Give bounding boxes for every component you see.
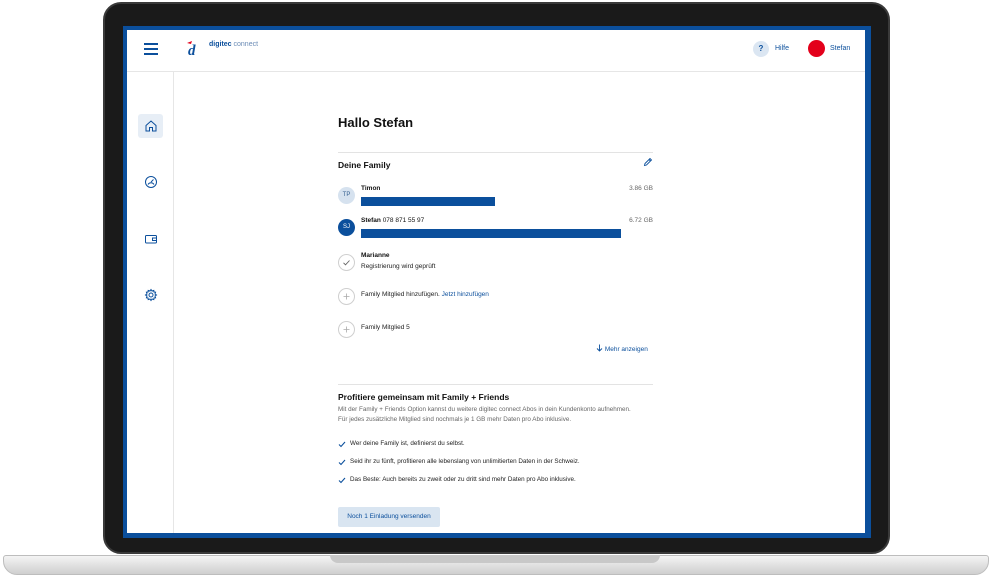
sidebar-item-usage[interactable]	[138, 170, 163, 194]
member-name: Marianne	[361, 252, 390, 259]
gear-icon	[144, 288, 157, 302]
family-section-title: Deine Family	[338, 160, 391, 170]
home-icon	[145, 120, 156, 132]
sidebar-item-billing[interactable]	[138, 227, 163, 251]
user-avatar[interactable]	[808, 40, 825, 57]
app-screen: d digitec connect ? Hilfe Stefan Hallo S…	[127, 30, 865, 533]
promo-title: Profitiere gemeinsam mit Family + Friend…	[338, 392, 510, 402]
pencil-icon[interactable]	[643, 157, 653, 167]
laptop-notch	[330, 555, 660, 563]
usage-bar	[361, 197, 495, 206]
member-usage: 3.86 GB	[629, 185, 653, 192]
member-phone-number: 078 871 55 97	[382, 217, 425, 224]
divider	[338, 152, 653, 153]
sidebar-item-settings[interactable]	[138, 283, 163, 307]
empty-avatar	[338, 321, 355, 338]
help-icon[interactable]: ?	[753, 41, 769, 57]
benefit-text: Das Beste: Auch bereits zu zweit oder zu…	[350, 476, 576, 483]
empty-member-label: Family Mitglied 5	[361, 324, 410, 331]
svg-text:d: d	[188, 43, 196, 57]
checkmark-icon	[338, 441, 346, 448]
member-avatar: SJ	[338, 219, 355, 236]
plus-icon	[343, 293, 350, 300]
divider	[338, 384, 653, 385]
logo-text: digitec connect	[209, 41, 258, 48]
help-link[interactable]: Hilfe	[775, 45, 789, 52]
main-content: Hallo Stefan Deine Family TP Timon 3.86 …	[338, 30, 654, 533]
add-member-label: Family Mitglied hinzufügen.	[361, 291, 440, 298]
plus-icon	[343, 326, 350, 333]
promo-description: Mit der Family + Friends Option kannst d…	[338, 406, 631, 423]
user-name[interactable]: Stefan	[830, 45, 850, 52]
family-member-row[interactable]: TP Timon 3.86 GB	[338, 185, 654, 211]
hamburger-menu-icon[interactable]	[144, 43, 158, 55]
arrow-down-icon	[596, 344, 603, 352]
add-member-row[interactable]: Family Mitglied hinzufügen. Jetzt hinzuf…	[338, 286, 654, 312]
logo-brand: digitec	[209, 41, 232, 48]
member-name: Timon	[361, 185, 381, 192]
member-status: Registrierung wird geprüft	[361, 263, 436, 270]
logo-product: connect	[233, 41, 259, 48]
digitec-logo-icon: d	[187, 41, 196, 57]
checkmark-icon	[338, 459, 346, 466]
usage-bar	[361, 229, 621, 238]
sidebar-item-home[interactable]	[138, 114, 163, 138]
benefit-text: Seid ihr zu fünft, profitieren alle lebe…	[350, 458, 580, 465]
sidebar	[127, 72, 174, 533]
send-invitation-button[interactable]: Noch 1 Einladung versenden	[338, 507, 440, 527]
checkmark-icon	[343, 260, 350, 266]
family-member-row[interactable]: Marianne Registrierung wird geprüft	[338, 252, 654, 278]
show-more-label: Mehr anzeigen	[604, 346, 648, 353]
wallet-icon	[144, 235, 157, 244]
add-avatar	[338, 288, 355, 305]
member-usage: 6.72 GB	[629, 217, 653, 224]
speedometer-icon	[144, 176, 157, 188]
add-member-text: Family Mitglied hinzufügen. Jetzt hinzuf…	[361, 291, 489, 298]
add-member-link[interactable]: Jetzt hinzufügen	[442, 291, 489, 298]
benefit-text: Wer deine Family ist, definierst du selb…	[350, 440, 465, 447]
member-name-number: Stefan 078 871 55 97	[361, 217, 424, 224]
checkmark-icon	[338, 477, 346, 484]
member-avatar	[338, 254, 355, 271]
page-title: Hallo Stefan	[338, 115, 414, 130]
show-more-link[interactable]: Mehr anzeigen	[596, 344, 648, 353]
empty-member-row[interactable]: Family Mitglied 5	[338, 319, 654, 345]
family-member-row[interactable]: SJ Stefan 078 871 55 97 6.72 GB	[338, 217, 654, 243]
member-name: Stefan	[361, 217, 381, 224]
member-avatar: TP	[338, 187, 355, 204]
